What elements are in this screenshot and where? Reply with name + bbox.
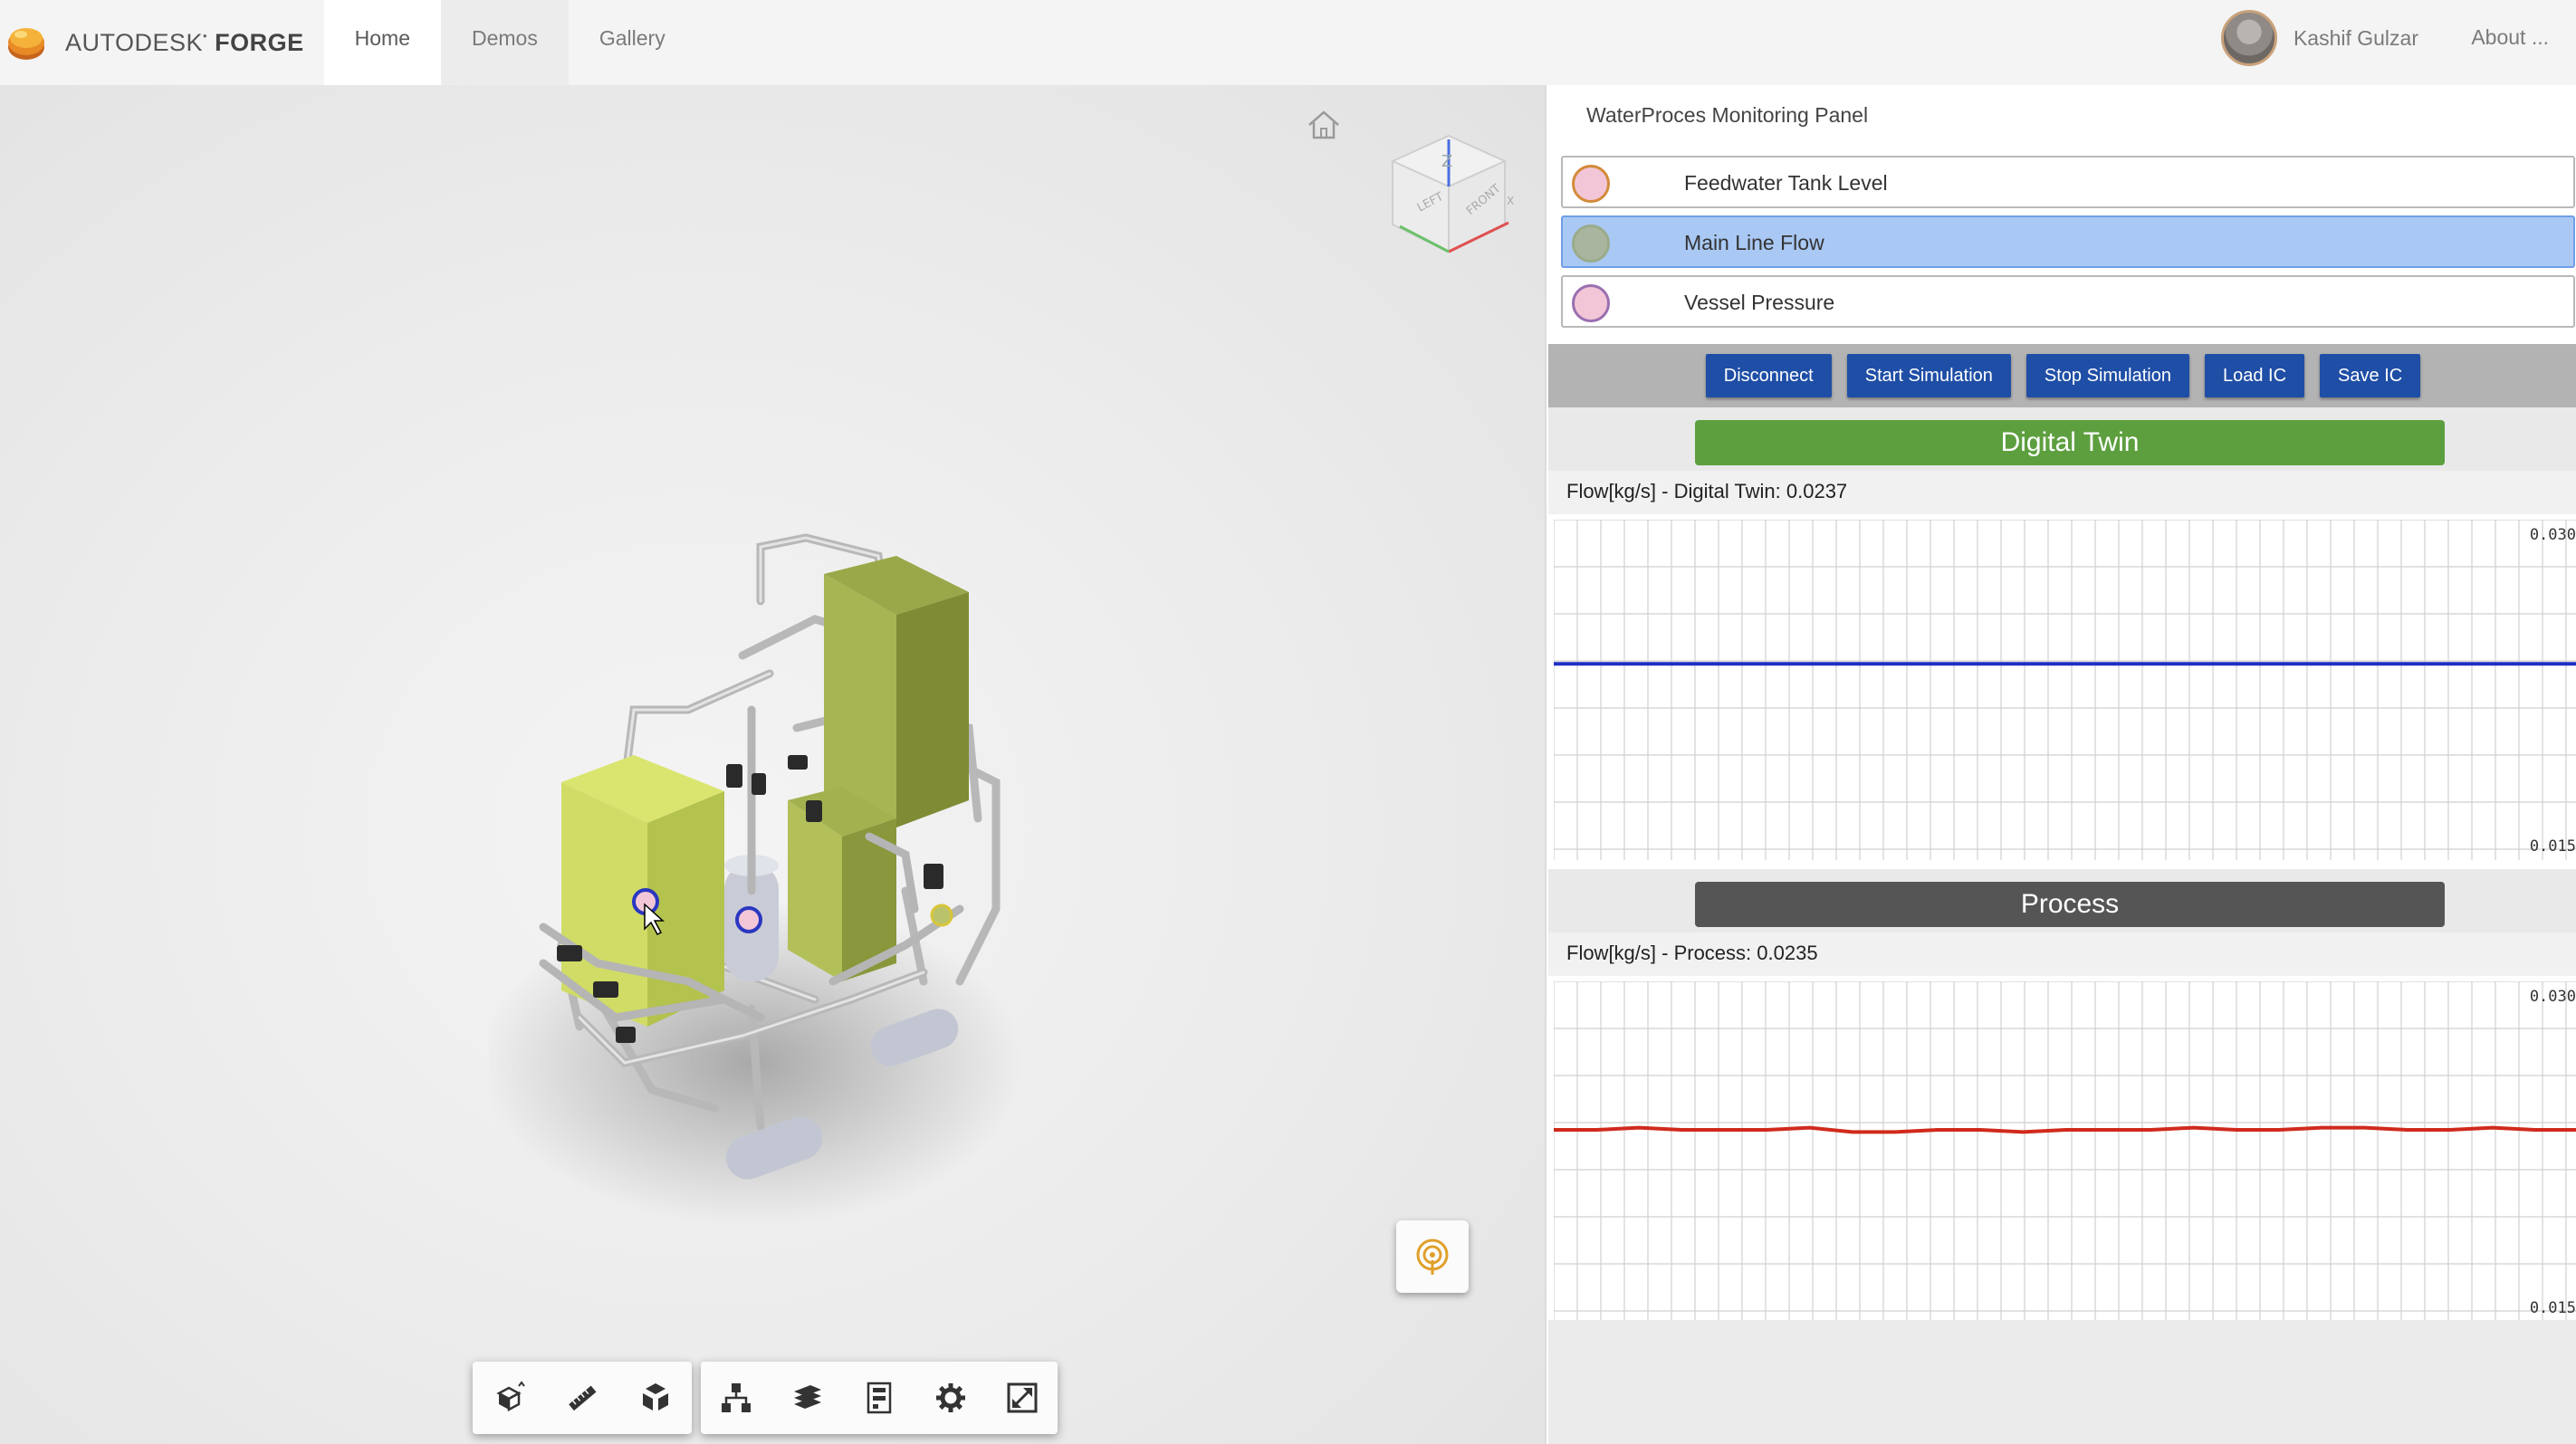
explode-icon: [642, 1383, 668, 1411]
viewcube-face-x: X: [1507, 195, 1514, 207]
measure-tool[interactable]: [546, 1362, 619, 1434]
location-pin-icon: [1416, 1238, 1449, 1275]
brand-text: AUTODESK• FORGE: [65, 28, 304, 56]
fullscreen-icon: [1007, 1382, 1038, 1413]
forge-logo-icon: [8, 28, 44, 60]
digital-twin-readout: Flow[kg/s] - Digital Twin: 0.0237: [1566, 480, 1848, 502]
nav-gallery[interactable]: Gallery: [569, 0, 696, 85]
viewer-toolbar-navigation: [473, 1362, 692, 1434]
stop-simulation-button[interactable]: Stop Simulation: [2025, 354, 2189, 397]
user-menu[interactable]: Kashif Gulzar: [2220, 10, 2418, 66]
sensor-status-dot: [1572, 225, 1610, 263]
nav-links: Home Demos Gallery: [323, 0, 696, 85]
brand[interactable]: AUTODESK• FORGE: [0, 0, 304, 85]
properties-icon: [867, 1382, 892, 1414]
panel-title: WaterProces Monitoring Panel: [1586, 103, 1869, 127]
y-axis-min-label: 0.015: [2530, 837, 2576, 856]
sensor-marker-vessel-pressure: [735, 906, 762, 933]
sensor-pin-button[interactable]: [1396, 1220, 1469, 1293]
disconnect-button[interactable]: Disconnect: [1705, 354, 1832, 397]
digital-twin-flow-chart: 0.030 0.015: [1554, 520, 2576, 860]
explode-tool[interactable]: [618, 1362, 692, 1434]
panel-footer-area: [1548, 1320, 2576, 1444]
monitoring-panel: WaterProces Monitoring Panel Feedwater T…: [1545, 85, 2576, 1444]
sensor-status-dot: [1572, 165, 1610, 203]
chart-background: [1554, 520, 2576, 860]
sensor-status-dot: [1572, 284, 1610, 322]
avatar: [2220, 10, 2277, 66]
orbit-icon: [496, 1381, 526, 1412]
process-flow-chart: 0.030 0.015: [1554, 981, 2576, 1322]
sensor-item-main-line-flow[interactable]: Main Line Flow: [1561, 215, 2575, 268]
layers-icon: [794, 1385, 822, 1409]
process-header: Process: [1548, 869, 2576, 942]
sensor-item-vessel-pressure[interactable]: Vessel Pressure: [1561, 275, 2575, 328]
3d-viewer[interactable]: Z LEFT FRONT X: [0, 85, 1545, 1444]
home-icon[interactable]: [1306, 109, 1342, 141]
viewcube[interactable]: Z LEFT FRONT X: [1382, 125, 1516, 261]
brand-name-light: AUTODESK: [65, 28, 204, 56]
sensor-item-feedwater-tank-level[interactable]: Feedwater Tank Level: [1561, 156, 2575, 208]
model-browser-icon: [722, 1383, 752, 1412]
sensor-marker-main-flow: [930, 904, 953, 927]
nav-home[interactable]: Home: [323, 0, 441, 85]
simulation-controls: Disconnect Start Simulation Stop Simulat…: [1548, 344, 2576, 407]
process-readout-row: Flow[kg/s] - Process: 0.0235: [1548, 932, 2576, 976]
start-simulation-button[interactable]: Start Simulation: [1846, 354, 2011, 397]
process-flow-line: [1554, 1125, 2576, 1134]
properties-tool[interactable]: [844, 1362, 915, 1434]
plant-3d-model[interactable]: [489, 438, 1050, 1253]
sensor-label: Vessel Pressure: [1684, 291, 1835, 314]
nav-demos[interactable]: Demos: [441, 0, 569, 85]
chart-background: [1554, 981, 2576, 1322]
measure-icon: [569, 1385, 597, 1411]
y-axis-max-label: 0.030: [2530, 526, 2576, 544]
process-readout: Flow[kg/s] - Process: 0.0235: [1566, 942, 1818, 964]
orbit-tool[interactable]: [473, 1362, 546, 1434]
sensor-label: Feedwater Tank Level: [1684, 171, 1888, 195]
y-axis-max-label: 0.030: [2530, 988, 2576, 1006]
digital-twin-header: Digital Twin: [1548, 407, 2576, 480]
settings-icon: [935, 1383, 965, 1412]
user-name: Kashif Gulzar: [2293, 25, 2418, 50]
settings-tool[interactable]: [915, 1362, 986, 1434]
top-navbar: AUTODESK• FORGE Home Demos Gallery Kashi…: [0, 0, 2576, 85]
fullscreen-tool[interactable]: [986, 1362, 1058, 1434]
sensor-label: Main Line Flow: [1684, 231, 1824, 254]
viewcube-face-z: Z: [1441, 152, 1452, 171]
digital-twin-banner: Digital Twin: [1695, 420, 2445, 465]
process-banner: Process: [1695, 882, 2445, 927]
brand-name-bold: FORGE: [215, 28, 304, 56]
digital-twin-readout-row: Flow[kg/s] - Digital Twin: 0.0237: [1548, 471, 2576, 514]
about-link[interactable]: About ...: [2471, 25, 2549, 50]
layers-tool[interactable]: [772, 1362, 844, 1434]
y-axis-min-label: 0.015: [2530, 1299, 2576, 1317]
load-ic-button[interactable]: Load IC: [2204, 354, 2305, 397]
model-browser-tool[interactable]: [701, 1362, 772, 1434]
viewer-toolbar-tools: [701, 1362, 1058, 1434]
save-ic-button[interactable]: Save IC: [2320, 354, 2421, 397]
